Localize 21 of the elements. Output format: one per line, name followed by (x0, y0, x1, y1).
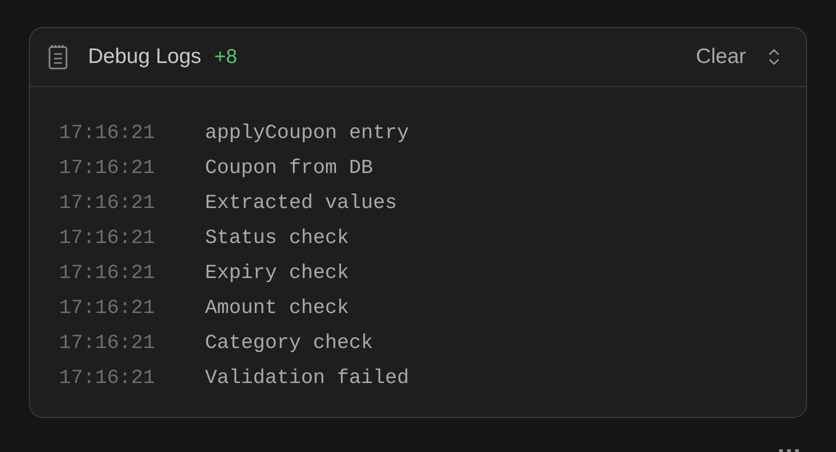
log-time: 17:16:21 (59, 120, 156, 146)
log-time: 17:16:21 (59, 366, 156, 392)
log-message: Coupon from DB (205, 156, 374, 182)
log-message: Category check (205, 330, 374, 356)
notepad-icon (48, 44, 68, 70)
log-time: 17:16:21 (59, 156, 156, 182)
log-time: 17:16:21 (59, 226, 156, 252)
clear-button[interactable]: Clear (696, 41, 746, 73)
log-time: 17:16:21 (59, 260, 156, 286)
log-time: 17:16:21 (59, 190, 156, 216)
panel-title: Debug Logs (88, 44, 202, 70)
log-message: Validation failed (205, 366, 410, 392)
log-time: 17:16:21 (59, 330, 156, 356)
log-message: Expiry check (205, 260, 350, 286)
log-message: Amount check (205, 296, 350, 322)
log-message: Extracted values (205, 190, 398, 216)
log-time: 17:16:21 (59, 296, 156, 322)
chevron-up-down-icon[interactable] (768, 48, 780, 66)
log-message: Status check (205, 226, 350, 252)
log-message: applyCoupon entry (205, 120, 410, 146)
log-count: +8 (214, 45, 238, 70)
